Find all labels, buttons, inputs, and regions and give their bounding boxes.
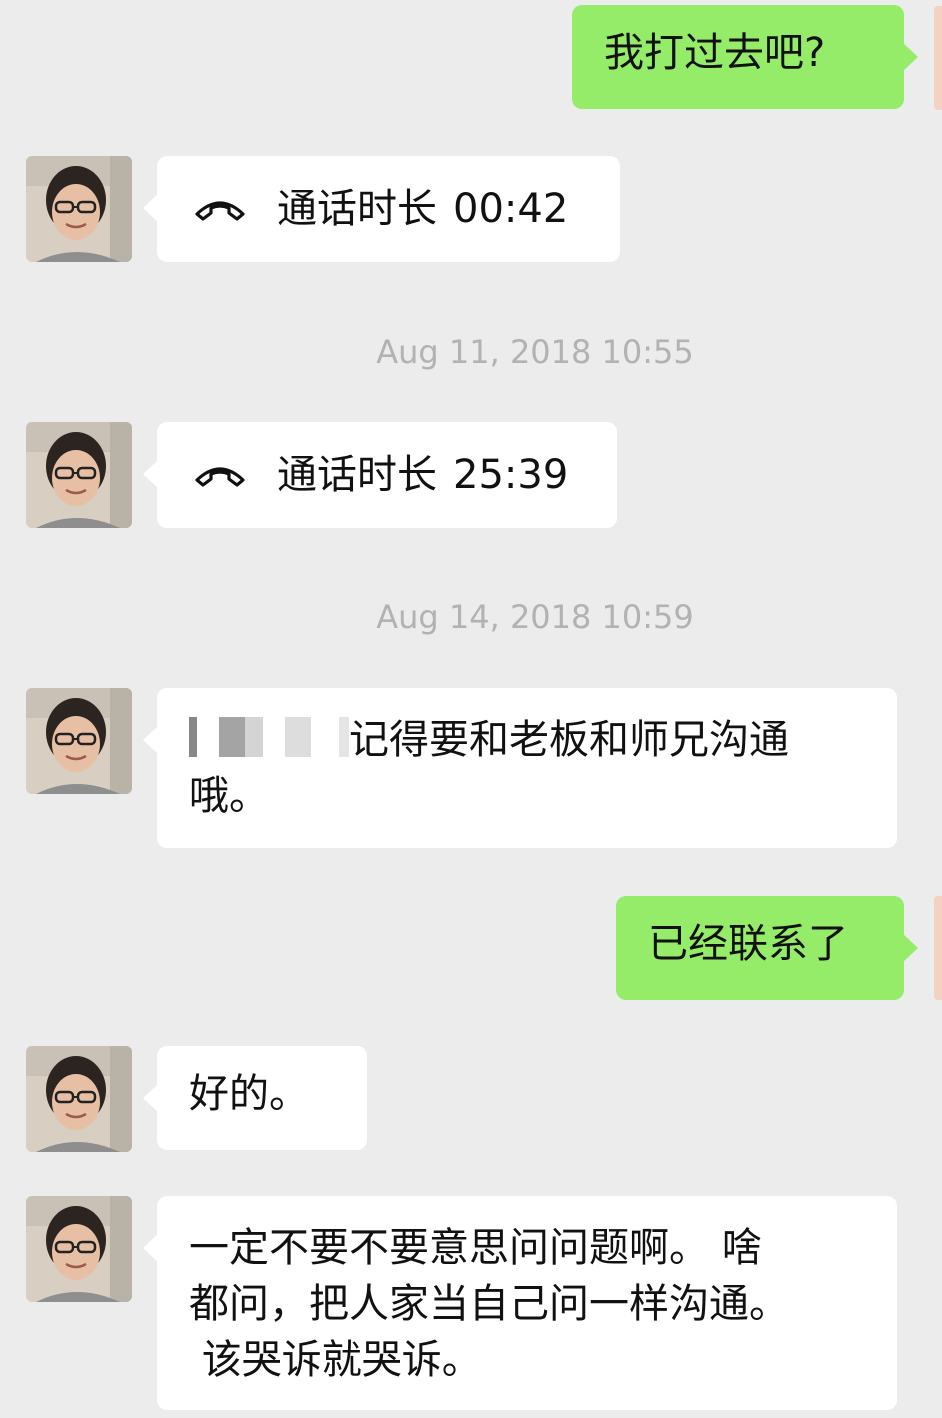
message-line: 都问，把人家当自己问一样沟通。 bbox=[189, 1281, 789, 1327]
message-line: 该哭诉就哭诉。 bbox=[189, 1337, 482, 1383]
message-outgoing[interactable]: 我打过去吧? bbox=[572, 5, 918, 109]
avatar[interactable] bbox=[26, 422, 132, 528]
message-text: 已经联系了 bbox=[648, 921, 848, 967]
own-avatar-edge bbox=[934, 6, 942, 110]
message-outgoing[interactable]: 已经联系了 bbox=[616, 896, 918, 1000]
message-incoming[interactable]: 记得要和老板和师兄沟通 哦。 bbox=[143, 688, 897, 848]
message-text: 好的。 bbox=[189, 1071, 309, 1117]
message-line: 一定不要不要意思问问题啊。 啥 bbox=[189, 1225, 762, 1271]
message-incoming[interactable]: 一定不要不要意思问问题啊。 啥 都问，把人家当自己问一样沟通。 该哭诉就哭诉。 bbox=[143, 1196, 897, 1410]
avatar[interactable] bbox=[26, 688, 132, 794]
avatar-image bbox=[26, 1196, 132, 1302]
call-duration: 00:42 bbox=[453, 186, 569, 232]
avatar[interactable] bbox=[26, 156, 132, 262]
call-label: 通话时长 bbox=[277, 186, 437, 232]
message-line: 记得要和老板和师兄沟通 bbox=[189, 712, 865, 768]
avatar-image bbox=[26, 422, 132, 528]
message-text: 记得要和老板和师兄沟通 bbox=[349, 717, 789, 763]
own-avatar-edge bbox=[934, 896, 942, 1000]
call-duration: 25:39 bbox=[453, 452, 569, 498]
call-label: 通话时长 bbox=[277, 452, 437, 498]
timestamp: Aug 11, 2018 10:55 bbox=[0, 333, 942, 371]
redacted-text bbox=[189, 717, 349, 757]
avatar[interactable] bbox=[26, 1046, 132, 1152]
call-record-bubble[interactable]: 通话时长 25:39 bbox=[143, 422, 617, 528]
avatar[interactable] bbox=[26, 1196, 132, 1302]
call-record-bubble[interactable]: 通话时长 00:42 bbox=[143, 156, 620, 262]
phone-hangup-icon bbox=[195, 467, 245, 487]
phone-hangup-icon bbox=[195, 201, 245, 221]
message-text: 我打过去吧? bbox=[604, 30, 826, 76]
avatar-image bbox=[26, 1046, 132, 1152]
avatar-image bbox=[26, 688, 132, 794]
message-line: 哦。 bbox=[189, 773, 269, 819]
timestamp: Aug 14, 2018 10:59 bbox=[0, 598, 942, 636]
timestamp-text: Aug 14, 2018 10:59 bbox=[376, 598, 694, 636]
timestamp-text: Aug 11, 2018 10:55 bbox=[376, 333, 694, 371]
message-incoming[interactable]: 好的。 bbox=[143, 1046, 367, 1150]
avatar-image bbox=[26, 156, 132, 262]
